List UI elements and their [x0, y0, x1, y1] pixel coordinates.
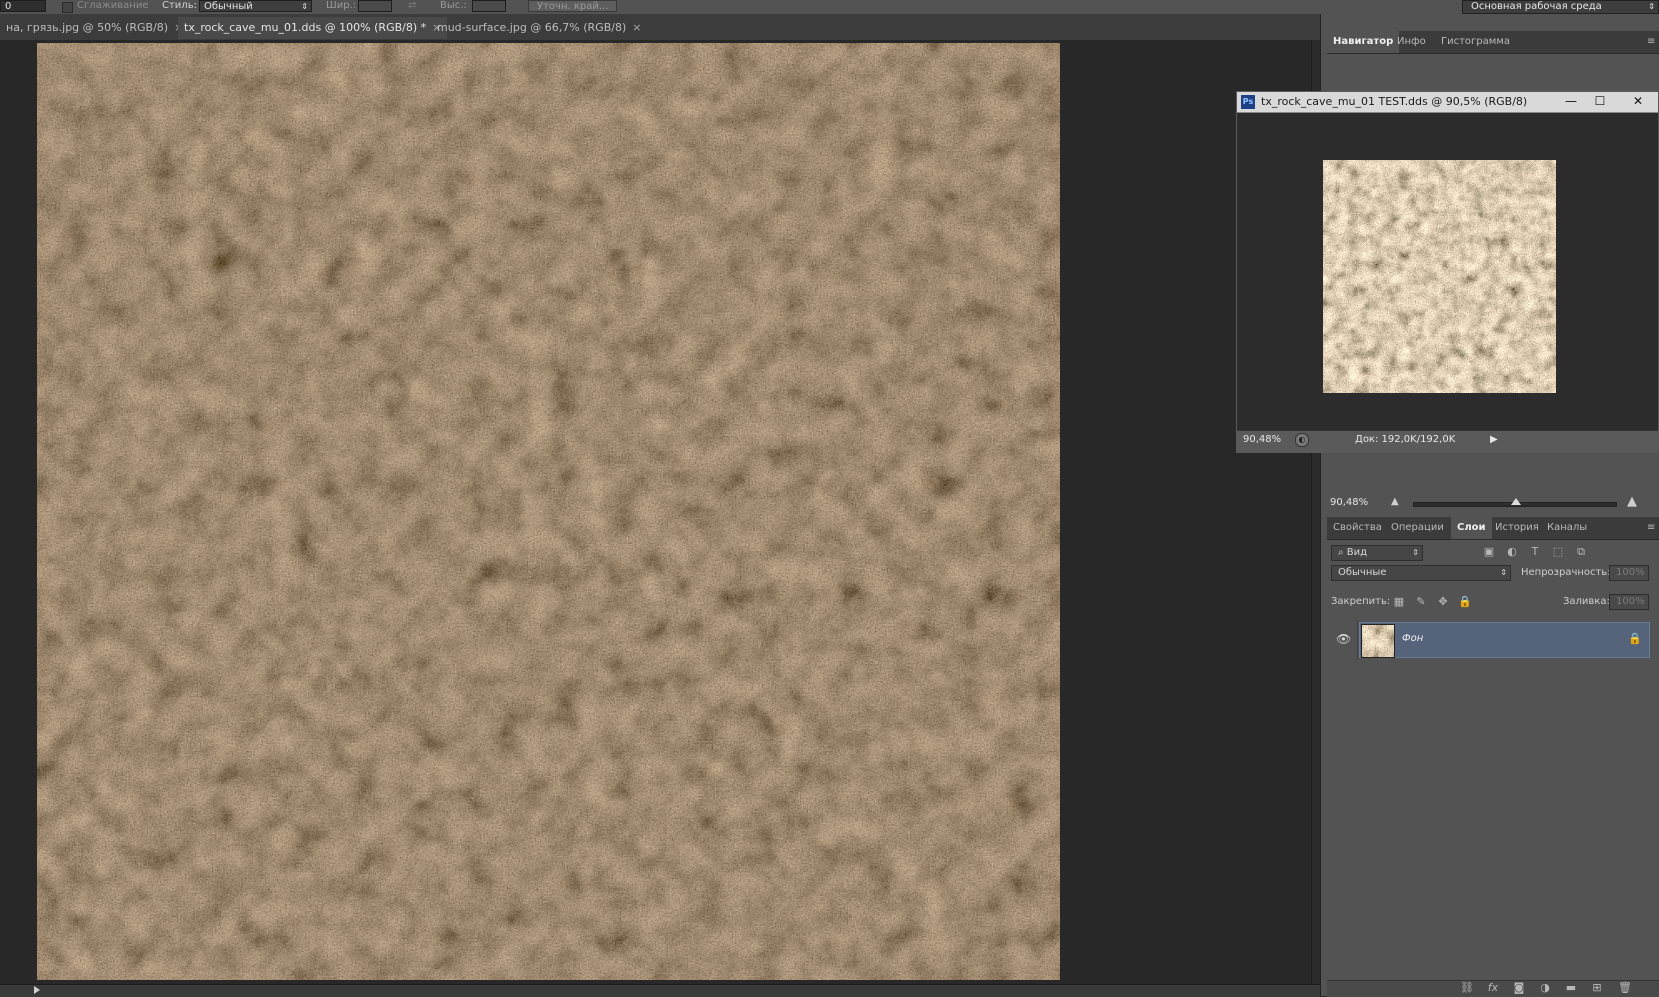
updown-icon: ⇕: [1648, 2, 1655, 11]
layer-name[interactable]: Фон: [1402, 633, 1423, 644]
trash-icon[interactable]: 🗑: [1617, 981, 1633, 995]
tab-label: на, грязь.jpg @ 50% (RGB/8): [6, 21, 169, 34]
minimize-button[interactable]: —: [1558, 93, 1584, 110]
refine-edge-button[interactable]: Уточн. край...: [528, 0, 618, 12]
feather-input[interactable]: 0 пикс.: [0, 0, 46, 24]
width-label: Шир.:: [326, 0, 357, 11]
layer-row[interactable]: Фон 🔒: [1359, 622, 1650, 658]
tab-mud-jpg[interactable]: на, грязь.jpg @ 50% (RGB/8)×: [0, 17, 189, 39]
play-icon[interactable]: ▶: [1490, 434, 1498, 445]
antialias-checkbox[interactable]: [62, 2, 73, 13]
eye-icon[interactable]: 👁: [1336, 632, 1351, 646]
updown-icon: ⇕: [1500, 568, 1507, 577]
navigator-tab-bar: Навигатор Инфо Гистограмма ≡: [1327, 31, 1659, 54]
height-label: Выс.:: [440, 0, 467, 11]
maximize-button[interactable]: ☐: [1587, 93, 1613, 110]
layer-filter-select[interactable]: ⌕ Вид ⇕: [1331, 545, 1423, 561]
document-tab-bar: на, грязь.jpg @ 50% (RGB/8)× tx_rock_cav…: [0, 14, 1320, 41]
play-icon[interactable]: [34, 986, 40, 994]
image-filter-icon[interactable]: ▣: [1482, 545, 1496, 559]
layer-visibility-cell: 👁: [1329, 620, 1358, 660]
document-preview-image[interactable]: [1323, 160, 1556, 393]
adjustment-layer-icon[interactable]: ◑: [1537, 981, 1553, 995]
blend-mode-select[interactable]: Обычные ⇕: [1331, 565, 1511, 581]
photoshop-icon: Ps: [1241, 95, 1255, 109]
fx-icon[interactable]: fx: [1485, 981, 1501, 995]
window-titlebar[interactable]: Ps tx_rock_cave_mu_01 TEST.dds @ 90,5% (…: [1237, 92, 1658, 113]
tab-label: mud-surface.jpg @ 66,7% (RGB/8): [437, 21, 627, 34]
panel-menu-icon[interactable]: ≡: [1641, 31, 1659, 53]
lock-icon: 🔒: [1628, 632, 1642, 645]
search-icon: ⌕: [1338, 547, 1347, 558]
layers-bottom-bar: ⛓ fx ◙ ◑ ▬ ⊞ 🗑: [1327, 980, 1659, 997]
tab-channels[interactable]: Каналы: [1541, 517, 1593, 539]
tab-mud-surface[interactable]: mud-surface.jpg @ 66,7% (RGB/8) ×: [431, 17, 647, 39]
opacity-label: Непрозрачность:: [1521, 567, 1611, 578]
options-bar: 0 пикс. Сглаживание Стиль: Обычный ⇕ Шир.…: [0, 0, 1659, 24]
navigator-zoom-value[interactable]: 90,48%: [1330, 497, 1368, 508]
close-button[interactable]: ✕: [1625, 93, 1651, 110]
smart-object-filter-icon[interactable]: ⧉: [1574, 545, 1588, 559]
tab-properties[interactable]: Свойства: [1327, 517, 1388, 539]
move-icon[interactable]: ✥: [1436, 595, 1450, 609]
navigator-zoom-row: 90,48% ▲ ▲: [1327, 494, 1659, 512]
layer-filter-label: Вид: [1346, 547, 1368, 558]
lock-label: Закрепить:: [1331, 596, 1391, 607]
new-layer-icon[interactable]: ⊞: [1589, 981, 1605, 995]
layers-list-empty-area[interactable]: [1327, 662, 1659, 980]
updown-icon: ⇕: [301, 2, 308, 11]
tab-history[interactable]: История: [1489, 517, 1545, 539]
close-icon[interactable]: ×: [632, 21, 641, 34]
layer-thumbnail[interactable]: [1361, 624, 1395, 658]
fill-input[interactable]: 100%: [1609, 594, 1649, 610]
swap-icon[interactable]: ⇄: [408, 0, 416, 12]
zoom-in-icon[interactable]: ▲: [1627, 494, 1637, 509]
height-input[interactable]: [472, 0, 506, 12]
tab-navigator[interactable]: Навигатор: [1327, 31, 1400, 53]
floating-document-window[interactable]: Ps tx_rock_cave_mu_01 TEST.dds @ 90,5% (…: [1236, 91, 1659, 453]
width-input[interactable]: [358, 0, 392, 12]
tab-label: tx_rock_cave_mu_01.dds @ 100% (RGB/8) *: [184, 21, 427, 34]
fill-label: Заливка:: [1563, 596, 1610, 607]
brush-icon[interactable]: ✎: [1414, 595, 1428, 609]
status-doc-size: Док: 192,0K/192,0K: [1355, 434, 1456, 445]
window-title: tx_rock_cave_mu_01 TEST.dds @ 90,5% (RGB…: [1261, 95, 1528, 108]
style-label: Стиль:: [162, 0, 197, 11]
opacity-input[interactable]: 100%: [1609, 565, 1649, 581]
workspace-label: Основная рабочая среда: [1471, 1, 1602, 12]
panel-menu-icon[interactable]: ≡: [1641, 517, 1659, 539]
info-icon[interactable]: ◐: [1295, 433, 1309, 447]
antialias-label: Сглаживание: [77, 0, 149, 11]
lock-icon[interactable]: 🔒: [1458, 595, 1472, 609]
tab-actions[interactable]: Операции: [1385, 517, 1450, 539]
tab-info[interactable]: Инфо: [1391, 31, 1432, 53]
document-canvas-image[interactable]: [37, 43, 1060, 980]
zoom-slider-handle[interactable]: [1511, 498, 1521, 505]
window-status-bar: 90,48% ◐ Док: 192,0K/192,0K ▶: [1237, 430, 1658, 453]
link-icon[interactable]: ⛓: [1459, 981, 1475, 995]
lock-transparency-icon[interactable]: ▦: [1392, 595, 1406, 609]
style-select-value: Обычный: [204, 1, 253, 12]
blend-mode-value: Обычные: [1338, 567, 1387, 578]
adjustment-filter-icon[interactable]: ◐: [1505, 545, 1519, 559]
tab-histogram[interactable]: Гистограмма: [1435, 31, 1516, 53]
shape-filter-icon[interactable]: ⬚: [1551, 545, 1565, 559]
style-select[interactable]: Обычный ⇕: [199, 0, 312, 12]
text-filter-icon[interactable]: T: [1528, 545, 1542, 559]
tab-layers[interactable]: Слои: [1451, 517, 1492, 539]
tab-tx-rock-cave[interactable]: tx_rock_cave_mu_01.dds @ 100% (RGB/8) * ×: [178, 17, 448, 39]
status-zoom[interactable]: 90,48%: [1243, 434, 1281, 445]
folder-icon[interactable]: ▬: [1563, 981, 1579, 995]
updown-icon: ⇕: [1412, 548, 1419, 557]
mask-icon[interactable]: ◙: [1511, 981, 1527, 995]
zoom-out-icon[interactable]: ▲: [1391, 496, 1399, 507]
layers-tab-bar: Свойства Операции Слои История Каналы ≡: [1327, 517, 1659, 540]
horizontal-scrollbar[interactable]: [0, 984, 1320, 997]
workspace-select[interactable]: Основная рабочая среда ⇕: [1462, 0, 1659, 14]
